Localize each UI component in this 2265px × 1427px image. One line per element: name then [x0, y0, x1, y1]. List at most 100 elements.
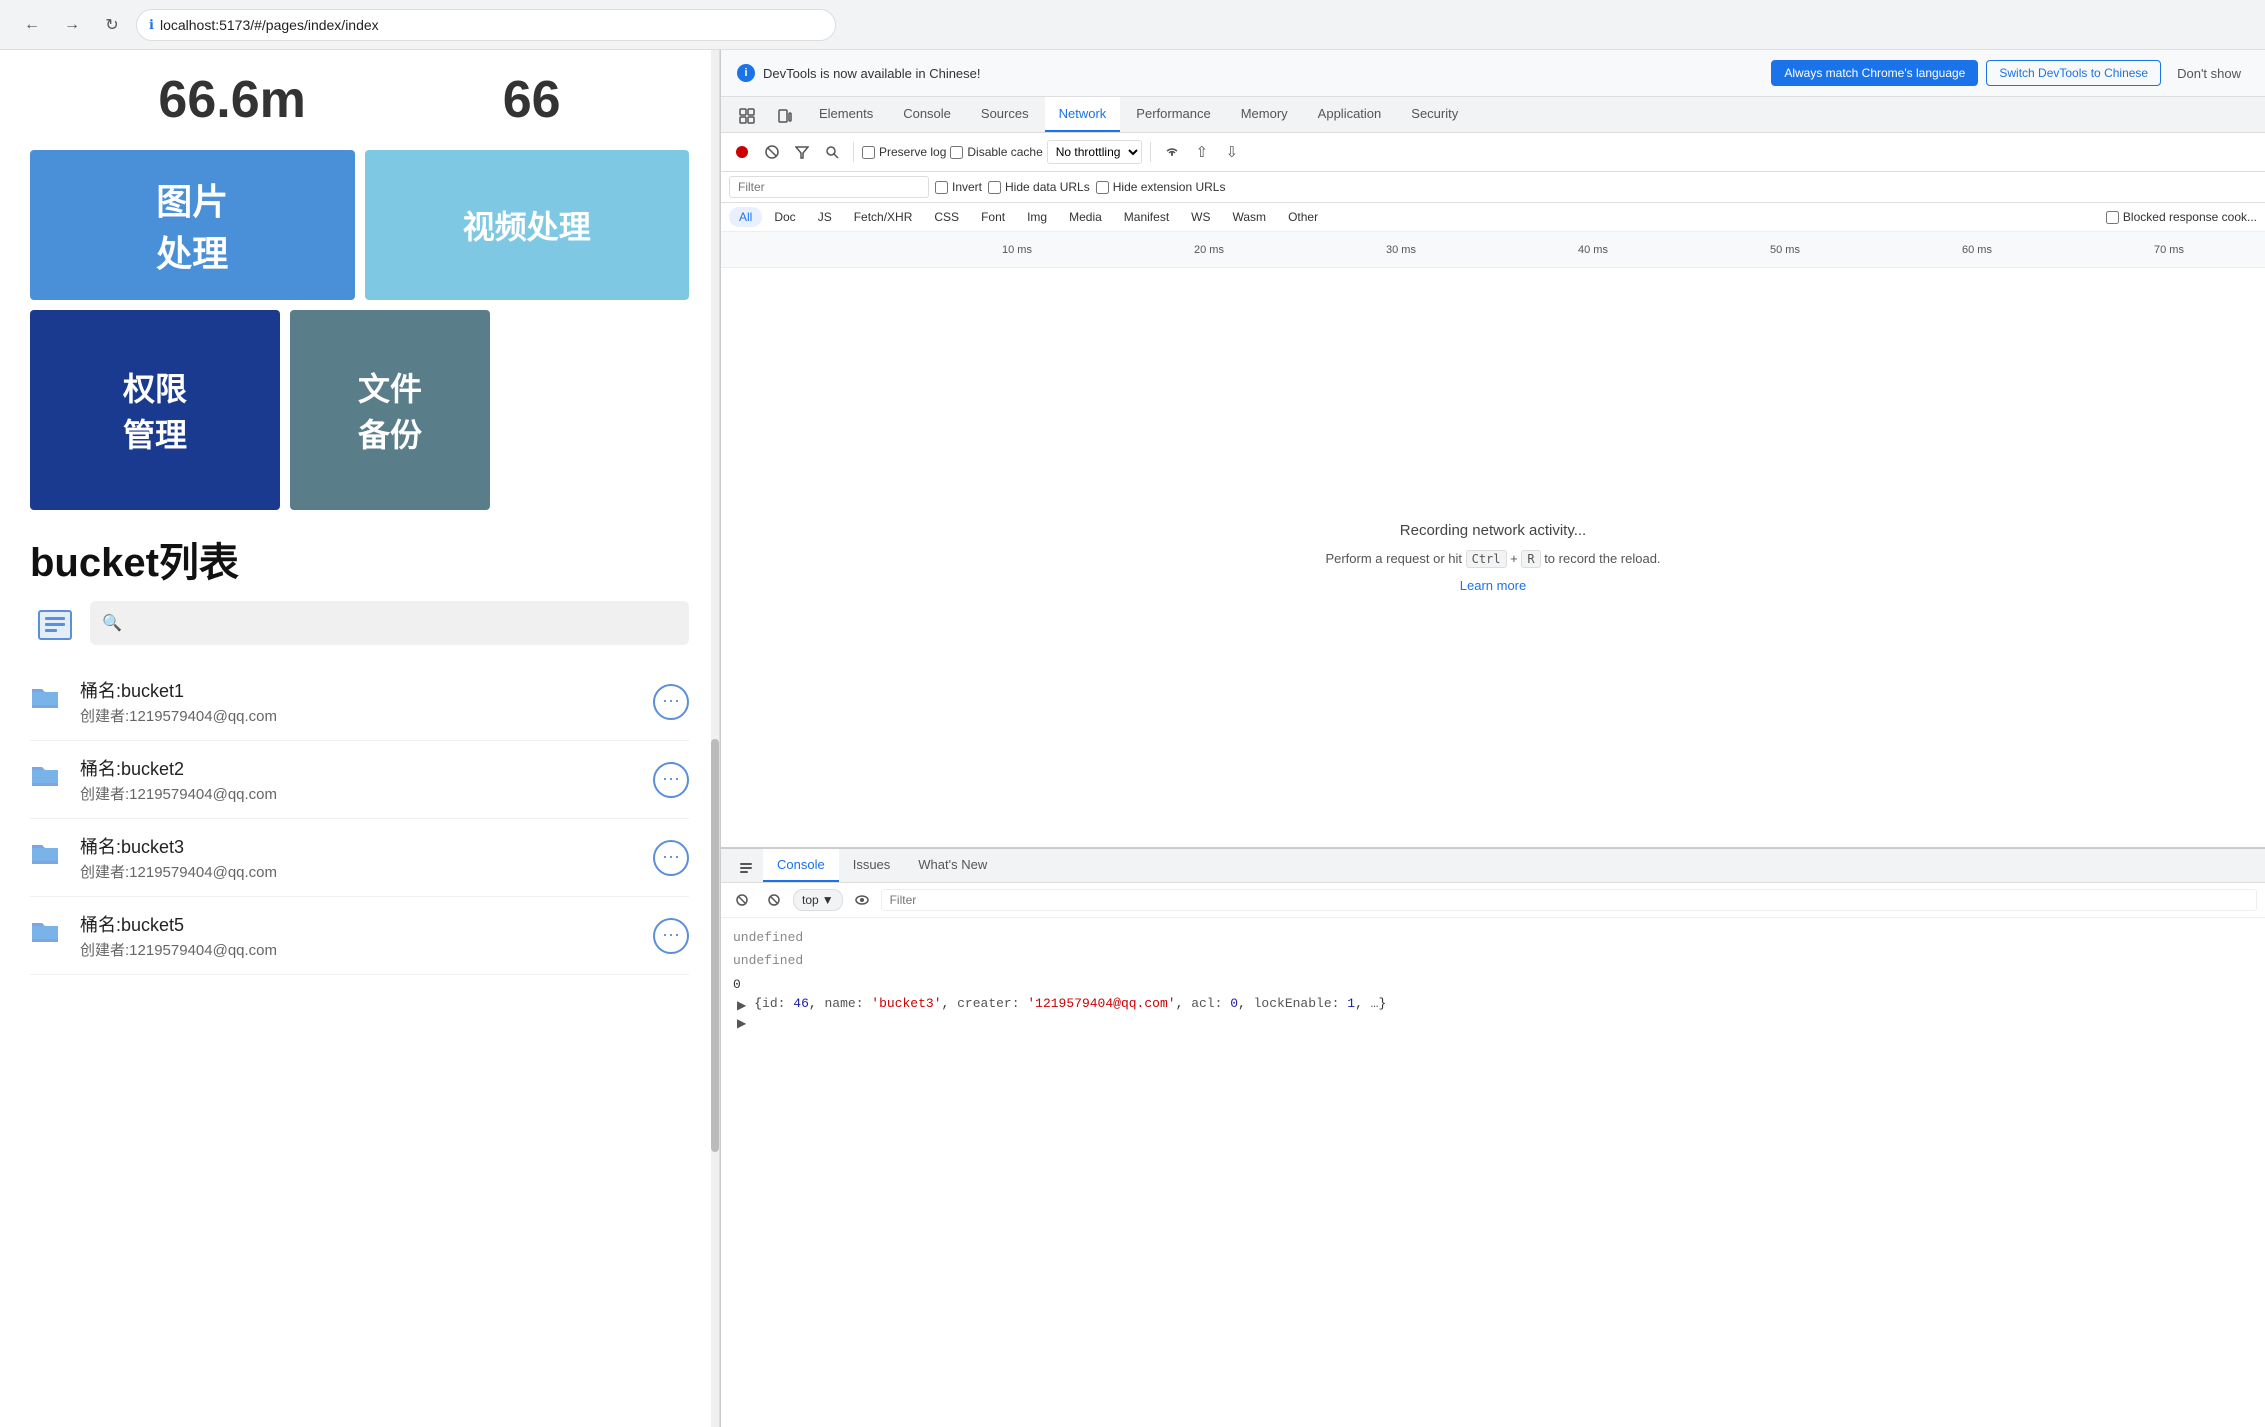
console-filter-input[interactable]: [881, 889, 2257, 911]
eye-button[interactable]: [849, 887, 875, 913]
devtools-panel: i DevTools is now available in Chinese! …: [720, 50, 2265, 1427]
net-tab-img[interactable]: Img: [1017, 207, 1057, 227]
clear-button[interactable]: [759, 139, 785, 165]
console-panel: Console Issues What's New top ▼: [721, 847, 2265, 1427]
list-item[interactable]: 桶名:bucket5 创建者:1219579404@qq.com ⋯: [30, 897, 689, 975]
bucket-creator: 创建者:1219579404@qq.com: [80, 939, 639, 960]
net-tab-fetch[interactable]: Fetch/XHR: [844, 207, 923, 227]
tab-memory[interactable]: Memory: [1227, 97, 1302, 132]
tab-security[interactable]: Security: [1397, 97, 1472, 132]
net-tab-css[interactable]: CSS: [924, 207, 969, 227]
search-input[interactable]: 🔍: [90, 601, 689, 645]
bucket-name: 桶名:bucket3: [80, 833, 639, 859]
hide-ext-urls-checkbox[interactable]: [1096, 181, 1109, 194]
throttle-select[interactable]: No throttling Fast 3G Slow 3G: [1047, 140, 1142, 164]
net-tab-manifest[interactable]: Manifest: [1114, 207, 1179, 227]
invert-checkbox[interactable]: [935, 181, 948, 194]
bucket-info: 桶名:bucket1 创建者:1219579404@qq.com: [80, 677, 639, 726]
address-bar[interactable]: ℹ localhost:5173/#/pages/index/index: [136, 9, 836, 41]
switch-chinese-button[interactable]: Switch DevTools to Chinese: [1986, 60, 2161, 86]
net-tab-ws[interactable]: WS: [1181, 207, 1220, 227]
disable-cache-label[interactable]: Disable cache: [950, 145, 1042, 159]
disable-cache-checkbox[interactable]: [950, 146, 963, 159]
console-output: undefined undefined 0 ▶ {id: 46, name: '…: [721, 918, 2265, 1427]
net-tab-media[interactable]: Media: [1059, 207, 1112, 227]
card-perm[interactable]: 权限管理: [30, 310, 280, 510]
net-tab-font[interactable]: Font: [971, 207, 1015, 227]
import-button[interactable]: ⇧: [1189, 139, 1215, 165]
bucket-menu-button[interactable]: ⋯: [653, 840, 689, 876]
hide-data-urls-label[interactable]: Hide data URLs: [988, 180, 1090, 194]
tab-elements[interactable]: Elements: [805, 97, 887, 132]
tab-sources[interactable]: Sources: [967, 97, 1043, 132]
bucket-creator: 创建者:1219579404@qq.com: [80, 783, 639, 804]
console-expand-line[interactable]: ▶: [733, 1014, 2253, 1032]
console-settings-btn[interactable]: [761, 887, 787, 913]
context-top-label: top: [802, 893, 819, 907]
export-button[interactable]: ⇩: [1219, 139, 1245, 165]
console-settings-icon[interactable]: [729, 852, 763, 882]
always-match-button[interactable]: Always match Chrome's language: [1771, 60, 1978, 86]
tab-console[interactable]: Console: [889, 97, 965, 132]
tab-application[interactable]: Application: [1304, 97, 1396, 132]
secure-icon: ℹ: [149, 17, 154, 33]
back-button[interactable]: ←: [16, 9, 48, 41]
expand-button2[interactable]: ▶: [733, 1014, 750, 1032]
refresh-button[interactable]: ↻: [96, 9, 128, 41]
list-item[interactable]: 桶名:bucket3 创建者:1219579404@qq.com ⋯: [30, 819, 689, 897]
tab-console-bottom[interactable]: Console: [763, 849, 839, 882]
bucket-icon: [30, 598, 80, 648]
tab-performance[interactable]: Performance: [1122, 97, 1224, 132]
search-button[interactable]: [819, 139, 845, 165]
bucket-name: 桶名:bucket2: [80, 755, 639, 781]
device-icon[interactable]: [767, 100, 803, 132]
tab-whats-new[interactable]: What's New: [904, 849, 1001, 882]
card-video[interactable]: 视频处理: [365, 150, 690, 300]
card-file[interactable]: 文件备份: [290, 310, 490, 510]
scroll-indicator[interactable]: [711, 50, 719, 1427]
record-button[interactable]: [729, 139, 755, 165]
preserve-log-label[interactable]: Preserve log: [862, 145, 946, 159]
net-tab-doc[interactable]: Doc: [764, 207, 805, 227]
browser-chrome: ← → ↻ ℹ localhost:5173/#/pages/index/ind…: [0, 0, 2265, 50]
blocked-response-checkbox[interactable]: [2106, 211, 2119, 224]
hide-ext-urls-label[interactable]: Hide extension URLs: [1096, 180, 1226, 194]
context-selector[interactable]: top ▼: [793, 889, 843, 911]
devtools-tabs: Elements Console Sources Network Perform…: [721, 97, 2265, 133]
hide-data-urls-checkbox[interactable]: [988, 181, 1001, 194]
net-tab-wasm[interactable]: Wasm: [1223, 207, 1277, 227]
list-item[interactable]: 桶名:bucket2 创建者:1219579404@qq.com ⋯: [30, 741, 689, 819]
expand-obj-button[interactable]: ▶: [733, 996, 750, 1014]
timeline-40ms: 40 ms: [1497, 244, 1689, 256]
bucket-menu-button[interactable]: ⋯: [653, 684, 689, 720]
blocked-response-label[interactable]: Blocked response cook...: [2106, 210, 2257, 224]
notification-text: DevTools is now available in Chinese!: [763, 66, 1763, 81]
dismiss-button[interactable]: Don't show: [2169, 62, 2249, 85]
hide-ext-urls-text: Hide extension URLs: [1113, 180, 1226, 194]
forward-button[interactable]: →: [56, 9, 88, 41]
console-obj-line[interactable]: ▶ {id: 46, name: 'bucket3', creater: '12…: [733, 996, 2253, 1014]
console-clear-button[interactable]: [729, 887, 755, 913]
filter-input[interactable]: [729, 176, 929, 198]
preserve-log-checkbox[interactable]: [862, 146, 875, 159]
tab-network[interactable]: Network: [1045, 97, 1121, 132]
filter-button[interactable]: [789, 139, 815, 165]
bucket-name: 桶名:bucket1: [80, 677, 639, 703]
bucket-info: 桶名:bucket3 创建者:1219579404@qq.com: [80, 833, 639, 882]
net-tab-js[interactable]: JS: [808, 207, 842, 227]
net-tab-other[interactable]: Other: [1278, 207, 1328, 227]
cards-row1: 图片处理 视频处理: [0, 150, 719, 300]
learn-more-link[interactable]: Learn more: [1460, 578, 1526, 593]
bucket-menu-button[interactable]: ⋯: [653, 762, 689, 798]
inspect-icon[interactable]: [729, 100, 765, 132]
invert-label[interactable]: Invert: [935, 180, 982, 194]
net-tab-all[interactable]: All: [729, 207, 762, 227]
scroll-thumb[interactable]: [711, 739, 719, 1152]
console-undefined-2: undefined: [733, 953, 803, 968]
bucket-menu-button[interactable]: ⋯: [653, 918, 689, 954]
wifi-icon-button[interactable]: [1159, 139, 1185, 165]
tab-issues[interactable]: Issues: [839, 849, 905, 882]
list-item[interactable]: 桶名:bucket1 创建者:1219579404@qq.com ⋯: [30, 663, 689, 741]
card-img-process[interactable]: 图片处理: [30, 150, 355, 300]
blocked-response-text: Blocked response cook...: [2123, 210, 2257, 224]
